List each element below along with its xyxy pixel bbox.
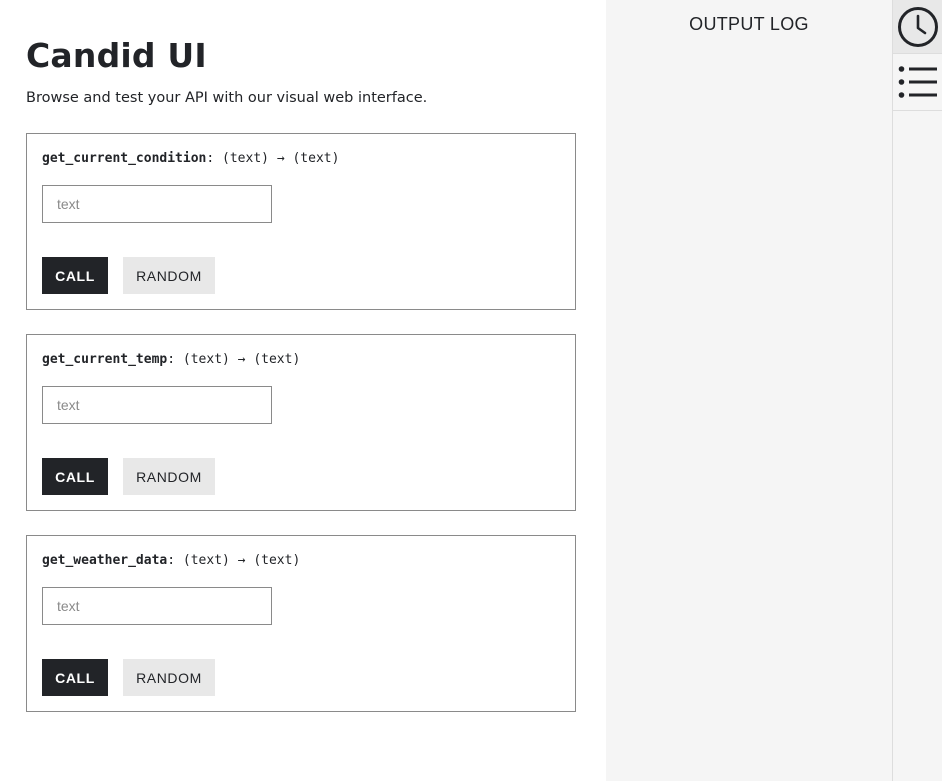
side-rail <box>892 0 942 781</box>
output-log-panel: OUTPUT LOG <box>606 0 892 781</box>
methods-list-button[interactable] <box>893 54 942 111</box>
method-types: : (text) → (text) <box>167 352 301 367</box>
method-name: get_weather_data <box>42 553 168 568</box>
page-subtitle: Browse and test your API with our visual… <box>26 90 428 106</box>
method-card-get-current-temp: get_current_temp: (text) → (text) CALL R… <box>26 334 576 511</box>
call-button[interactable]: CALL <box>42 659 108 696</box>
argument-input[interactable] <box>42 587 272 625</box>
list-icon <box>898 66 937 98</box>
main-content: Candid UI Browse and test your API with … <box>0 0 606 781</box>
app-window: Candid UI Browse and test your API with … <box>0 0 942 781</box>
clock-icon <box>898 6 938 47</box>
method-signature: get_current_temp: (text) → (text) <box>42 351 300 369</box>
method-name: get_current_temp <box>42 352 168 367</box>
random-button[interactable]: RANDOM <box>123 659 215 696</box>
history-button[interactable] <box>893 0 942 54</box>
call-button[interactable]: CALL <box>42 257 108 294</box>
method-signature: get_weather_data: (text) → (text) <box>42 552 300 570</box>
output-log-title: OUTPUT LOG <box>689 14 809 34</box>
random-button[interactable]: RANDOM <box>123 458 215 495</box>
method-types: : (text) → (text) <box>206 151 340 166</box>
method-name: get_current_condition <box>42 151 207 166</box>
call-button[interactable]: CALL <box>42 458 108 495</box>
method-signature: get_current_condition: (text) → (text) <box>42 150 339 168</box>
method-card-get-weather-data: get_weather_data: (text) → (text) CALL R… <box>26 535 576 712</box>
page-title: Candid UI <box>26 36 207 75</box>
method-types: : (text) → (text) <box>167 553 301 568</box>
argument-input[interactable] <box>42 386 272 424</box>
random-button[interactable]: RANDOM <box>123 257 215 294</box>
argument-input[interactable] <box>42 185 272 223</box>
method-card-get-current-condition: get_current_condition: (text) → (text) C… <box>26 133 576 310</box>
